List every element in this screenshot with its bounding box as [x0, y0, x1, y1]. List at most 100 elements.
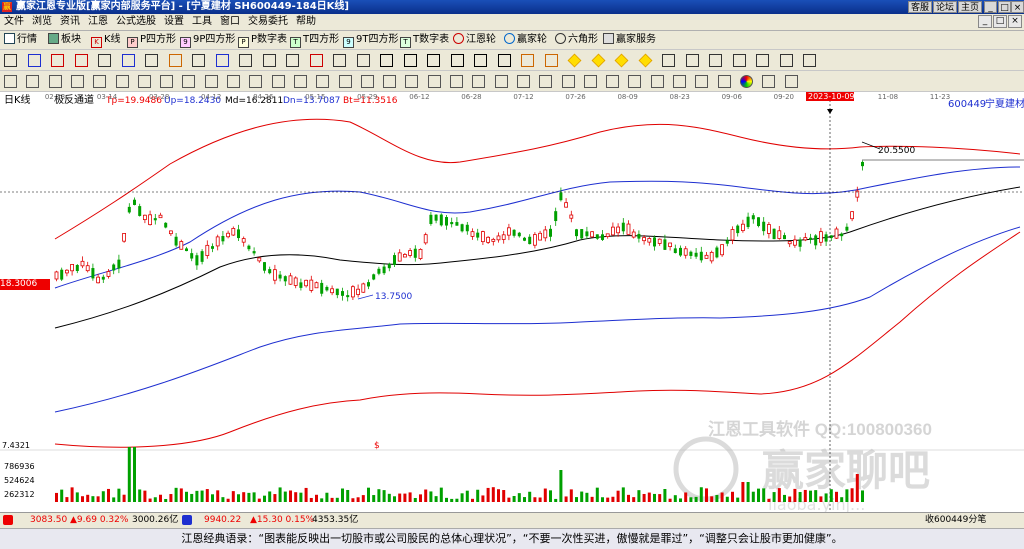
period-menu-icon[interactable] — [4, 54, 17, 67]
menu-file[interactable]: 文件 — [0, 14, 28, 30]
color-wheel-icon[interactable] — [739, 75, 753, 88]
crosshair-icon[interactable] — [70, 75, 84, 88]
chart6-icon[interactable] — [561, 75, 575, 88]
minimize-button[interactable]: _ — [984, 1, 997, 13]
toolbar-kline[interactable]: K K线 — [91, 33, 121, 48]
kline-chart-svg[interactable]: 江恩工具软件 QQ:100800360 赢家聊吧 liaoba.yinj... … — [0, 91, 1024, 514]
box-icon[interactable] — [262, 54, 276, 67]
arc-icon[interactable] — [286, 54, 299, 67]
maximize-button[interactable]: □ — [998, 1, 1011, 13]
angle-icon[interactable] — [215, 54, 229, 67]
gann-icon[interactable] — [762, 75, 776, 88]
first-icon[interactable] — [380, 54, 393, 67]
toolbar-t-table[interactable]: T T数字表 — [400, 33, 449, 48]
zoom-icon[interactable] — [27, 54, 41, 67]
speed-line-icon[interactable] — [309, 54, 323, 67]
menu-settings[interactable]: 设置 — [160, 14, 188, 30]
chart11-icon[interactable] — [673, 75, 686, 88]
menu-browse[interactable]: 浏览 — [28, 14, 56, 30]
menu-gann[interactable]: 江恩 — [84, 14, 112, 30]
draw-mode-icon[interactable] — [26, 75, 40, 88]
fib-icon[interactable] — [168, 54, 182, 67]
link-customer-service[interactable]: 客服 — [908, 1, 932, 13]
bar2-icon[interactable] — [779, 54, 793, 67]
chart4-icon[interactable] — [516, 75, 530, 88]
toolbar-p-square[interactable]: P P四方形 — [127, 33, 176, 48]
menu-formula[interactable]: 公式选股 — [112, 14, 160, 30]
toolbar-9t-square[interactable]: 9 9T四方形 — [343, 33, 398, 48]
chart5-icon[interactable] — [539, 75, 553, 88]
arrow-icon[interactable] — [204, 75, 218, 88]
toolbar-winner-wheel[interactable]: 赢家轮 — [504, 33, 547, 47]
chart8-icon[interactable] — [606, 75, 620, 88]
fan-icon[interactable] — [293, 75, 307, 88]
next-icon[interactable] — [427, 54, 440, 67]
diamond1-icon[interactable] — [567, 53, 582, 68]
diamond4-icon[interactable] — [638, 53, 652, 68]
bar3-icon[interactable] — [803, 54, 816, 67]
parallel-icon[interactable] — [227, 75, 240, 88]
text-icon[interactable] — [333, 54, 346, 67]
ellipse-icon[interactable] — [182, 75, 196, 88]
zoom-in-icon[interactable] — [521, 54, 534, 67]
mdi-minimize-button[interactable]: _ — [978, 15, 992, 28]
kline-chart-area[interactable]: 江恩工具软件 QQ:100800360 赢家聊吧 liaoba.yinj... … — [0, 91, 1024, 514]
cycle-icon[interactable] — [192, 54, 205, 67]
line-icon[interactable] — [98, 54, 111, 67]
cross4-icon[interactable] — [732, 54, 746, 67]
chart12-icon[interactable] — [695, 75, 709, 88]
wave-icon[interactable] — [160, 75, 174, 88]
drawing-icon[interactable] — [51, 54, 64, 67]
channel-icon[interactable] — [145, 54, 158, 67]
note-icon[interactable] — [360, 75, 374, 88]
gann-fan-icon[interactable] — [239, 54, 252, 67]
sz-index-value[interactable]: 9940.22 — [204, 513, 241, 528]
pencil-icon[interactable] — [74, 54, 88, 67]
link-forum[interactable]: 论坛 — [933, 1, 957, 13]
chart2-icon[interactable] — [472, 75, 486, 88]
mark-icon[interactable] — [338, 75, 352, 88]
toolbar-service[interactable]: 赢家服务 — [603, 33, 656, 47]
cross3-icon[interactable] — [709, 54, 722, 67]
chart10-icon[interactable] — [650, 75, 664, 88]
diamond2-icon[interactable] — [591, 53, 605, 68]
menu-tools[interactable]: 工具 — [188, 14, 216, 30]
sh-index-value[interactable]: 3083.50 — [30, 513, 67, 528]
chart7-icon[interactable] — [583, 75, 597, 88]
close-button[interactable]: × — [1011, 1, 1024, 13]
toolbar-p-table[interactable]: P P数字表 — [238, 33, 287, 48]
square-icon[interactable] — [271, 75, 285, 88]
bar-chart-icon[interactable] — [427, 75, 441, 88]
zoom-out-icon[interactable] — [544, 54, 558, 67]
spiral-icon[interactable] — [316, 75, 330, 88]
trend-icon[interactable] — [137, 75, 151, 88]
menu-help[interactable]: 帮助 — [292, 14, 320, 30]
toolbar-gann-wheel[interactable]: 江恩轮 — [453, 33, 496, 47]
stats-icon[interactable] — [405, 75, 419, 88]
last-icon[interactable] — [450, 54, 464, 67]
chart9-icon[interactable] — [628, 75, 642, 88]
toolbar-sectors[interactable]: 板块 — [48, 33, 81, 47]
toolbar-9p-square[interactable]: 9 9P四方形 — [180, 33, 235, 48]
grid-draw-icon[interactable] — [249, 75, 263, 88]
menu-news[interactable]: 资讯 — [56, 14, 84, 30]
toolbar-quotes[interactable]: 行情 — [4, 33, 37, 47]
cross2-icon[interactable] — [685, 54, 699, 67]
tick-detail-label[interactable]: 收600449分笔 — [925, 513, 986, 528]
delete-icon[interactable] — [356, 54, 370, 67]
trend2-icon[interactable] — [784, 75, 798, 88]
left-icon[interactable] — [474, 54, 487, 67]
table-view-icon[interactable] — [383, 75, 397, 88]
toolbar-hexagon[interactable]: 六角形 — [555, 33, 598, 47]
menu-window[interactable]: 窗口 — [216, 14, 244, 30]
menu-trading[interactable]: 交易委托 — [244, 14, 292, 30]
mdi-close-button[interactable]: × — [1008, 15, 1022, 28]
chart13-icon[interactable] — [717, 75, 731, 88]
chart1-icon[interactable] — [450, 75, 463, 88]
line-draw-icon[interactable] — [93, 75, 107, 88]
diamond3-icon[interactable] — [614, 53, 629, 68]
select-mode-icon[interactable] — [4, 75, 17, 88]
hand-icon[interactable] — [48, 75, 62, 88]
prev-icon[interactable] — [403, 54, 417, 67]
cross1-icon[interactable] — [662, 54, 675, 67]
